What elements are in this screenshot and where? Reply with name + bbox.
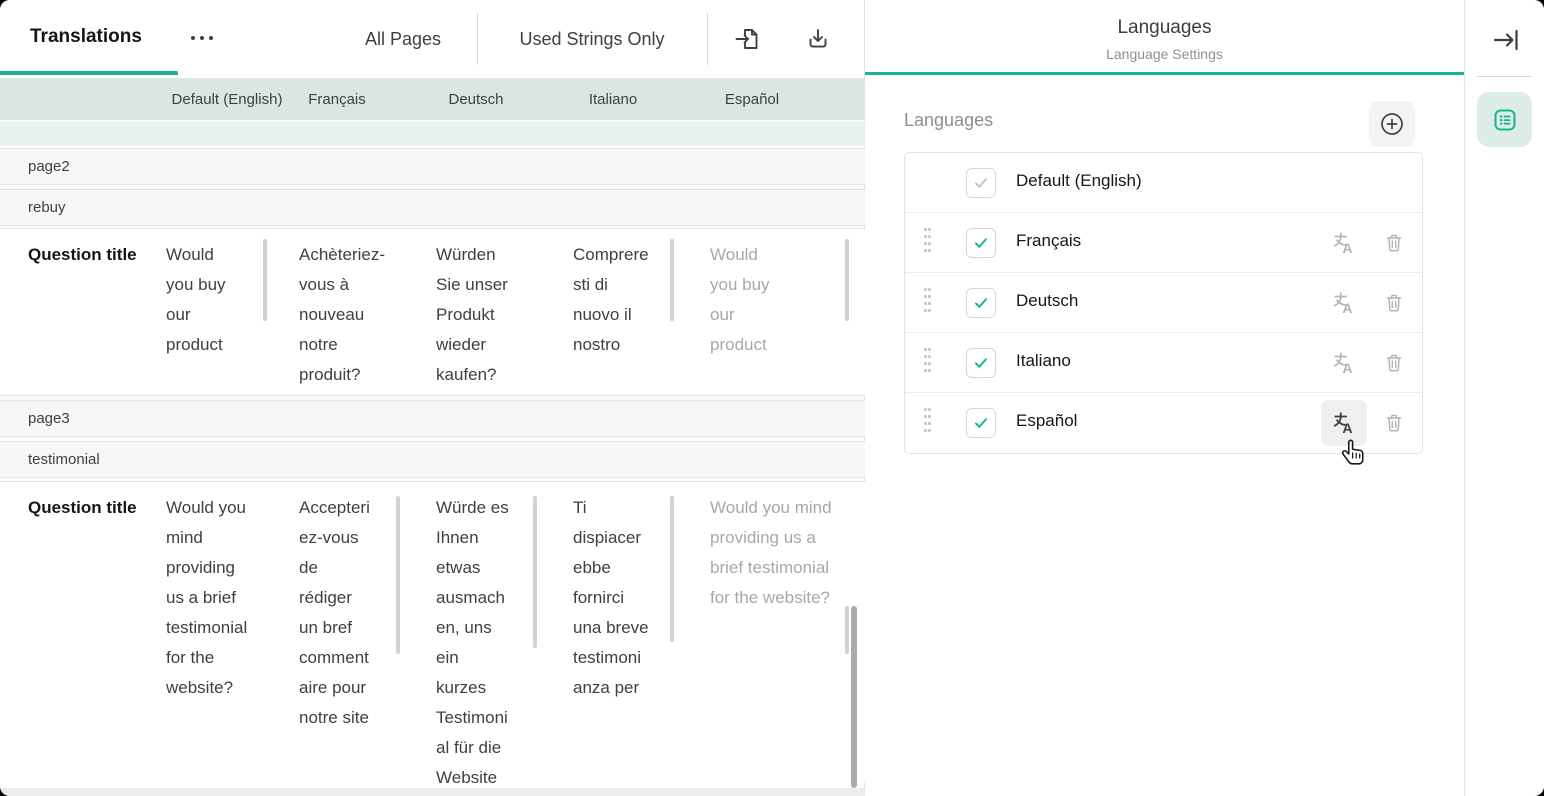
translations-section: Translations All Pages Used Strings Only (0, 0, 865, 796)
panel-title: Languages (865, 17, 1464, 39)
translation-cell-espanol[interactable]: Would you mind providing us a brief test… (710, 482, 849, 788)
svg-text:A: A (1342, 300, 1352, 316)
language-label: Deutsch (1016, 291, 1078, 311)
checkbox-default-english[interactable] (966, 168, 996, 198)
languages-section-label: Languages (904, 110, 993, 131)
translation-cell-deutsch[interactable]: Würde es Ihnen etwas ausmachen, uns ein … (436, 482, 537, 788)
drag-handle-icon[interactable] (924, 348, 938, 378)
translation-cell-francais[interactable]: Achèteriez-vous à nouveau notre produit? (299, 229, 400, 395)
language-settings-tab-icon[interactable] (1477, 92, 1532, 147)
delete-language-icon[interactable] (1381, 290, 1407, 316)
svg-text:A: A (1342, 240, 1352, 256)
language-label: Français (1016, 231, 1081, 251)
toolbar-separator (707, 13, 708, 65)
group-row-page3: page3 (0, 400, 865, 437)
cell-scrollbar[interactable] (533, 496, 537, 648)
machine-translate-icon[interactable]: A (1331, 350, 1357, 376)
checkbox-espanol[interactable] (966, 408, 996, 438)
group-row-page2: page2 (0, 148, 865, 185)
language-row-espanol: Español A (905, 393, 1422, 453)
import-icon[interactable] (730, 22, 764, 56)
translation-cell-default[interactable]: Would you buy our product (166, 229, 267, 395)
language-row-francais: Français A (905, 213, 1422, 273)
sidebar-divider (1477, 76, 1532, 77)
collapse-panel-icon[interactable] (1490, 24, 1522, 56)
column-header-deutsch: Deutsch (448, 78, 503, 120)
translation-cell-italiano[interactable]: Ti dispiacerebbe fornirci una breve test… (573, 482, 674, 788)
panel-accent-rule (865, 72, 1464, 75)
question-title-label: Question title (28, 493, 148, 523)
delete-language-icon[interactable] (1381, 230, 1407, 256)
checkbox-deutsch[interactable] (966, 288, 996, 318)
language-list: Default (English) Français A (904, 152, 1423, 454)
languages-panel: Languages Language Settings Languages De… (865, 0, 1464, 796)
drag-handle-icon[interactable] (924, 288, 938, 318)
language-label: Español (1016, 411, 1077, 431)
language-label: Italiano (1016, 351, 1071, 371)
cell-scrollbar[interactable] (670, 239, 674, 321)
used-strings-only-dropdown[interactable]: Used Strings Only (478, 0, 706, 78)
cell-scrollbar[interactable] (845, 239, 849, 321)
translation-cell-italiano[interactable]: Compreresti di nuovo il nostro (573, 229, 674, 395)
translation-cell-deutsch[interactable]: Würden Sie unser Produkt wieder kaufen? (436, 229, 537, 395)
cell-scrollbar[interactable] (263, 239, 267, 321)
grid-header-row: Default (English) Français Deutsch Itali… (0, 78, 865, 120)
language-row-italiano: Italiano A (905, 333, 1422, 393)
language-row-default: Default (English) (905, 153, 1422, 213)
svg-text:A: A (1342, 360, 1352, 376)
cell-scrollbar[interactable] (396, 496, 400, 654)
language-label: Default (English) (1016, 171, 1142, 191)
tab-translations[interactable]: Translations (30, 26, 142, 48)
more-menu-icon[interactable] (191, 36, 213, 40)
machine-translate-icon[interactable]: A (1331, 410, 1357, 436)
checkbox-italiano[interactable] (966, 348, 996, 378)
machine-translate-icon[interactable]: A (1331, 290, 1357, 316)
translations-toolbar: Translations All Pages Used Strings Only (0, 0, 864, 78)
column-header-italiano: Italiano (589, 78, 637, 120)
drag-handle-icon[interactable] (924, 228, 938, 258)
translation-cell-francais[interactable]: Accepteriez-vous de rédiger un bref comm… (299, 482, 400, 788)
panel-subtitle: Language Settings (865, 46, 1464, 62)
language-row-deutsch: Deutsch A (905, 273, 1422, 333)
column-header-default-english: Default (English) (172, 78, 283, 120)
checkbox-francais[interactable] (966, 228, 996, 258)
group-row-rebuy: rebuy (0, 189, 865, 226)
cell-scrollbar[interactable] (845, 606, 849, 654)
delete-language-icon[interactable] (1381, 350, 1407, 376)
machine-translate-icon[interactable]: A (1331, 230, 1357, 256)
add-language-button[interactable] (1369, 101, 1415, 147)
drag-handle-icon[interactable] (924, 408, 938, 438)
partial-row-strip (0, 122, 865, 146)
cell-scrollbar[interactable] (670, 496, 674, 642)
svg-text:A: A (1342, 420, 1352, 436)
translation-cell-default[interactable]: Would you mind providing us a brief test… (166, 482, 267, 788)
question-row-testimonial-title: Question title Would you mind providing … (0, 481, 865, 788)
delete-language-icon[interactable] (1381, 410, 1407, 436)
column-header-francais: Français (308, 78, 366, 120)
translation-cell-espanol[interactable]: Would you buy our product (710, 229, 849, 395)
vertical-scrollbar[interactable] (851, 606, 857, 788)
column-header-espanol: Español (725, 78, 779, 120)
question-title-label: Question title (28, 240, 148, 270)
bottom-gutter (0, 788, 865, 796)
screen: Translations All Pages Used Strings Only (0, 0, 1544, 796)
question-row-rebuy-title: Question title Would you buy our product… (0, 228, 865, 396)
right-sidebar (1464, 0, 1544, 796)
tab-active-underline (0, 71, 178, 75)
group-row-testimonial: testimonial (0, 441, 865, 478)
all-pages-dropdown[interactable]: All Pages (330, 0, 476, 78)
download-icon[interactable] (801, 22, 835, 56)
app-window: Translations All Pages Used Strings Only (0, 0, 1544, 796)
